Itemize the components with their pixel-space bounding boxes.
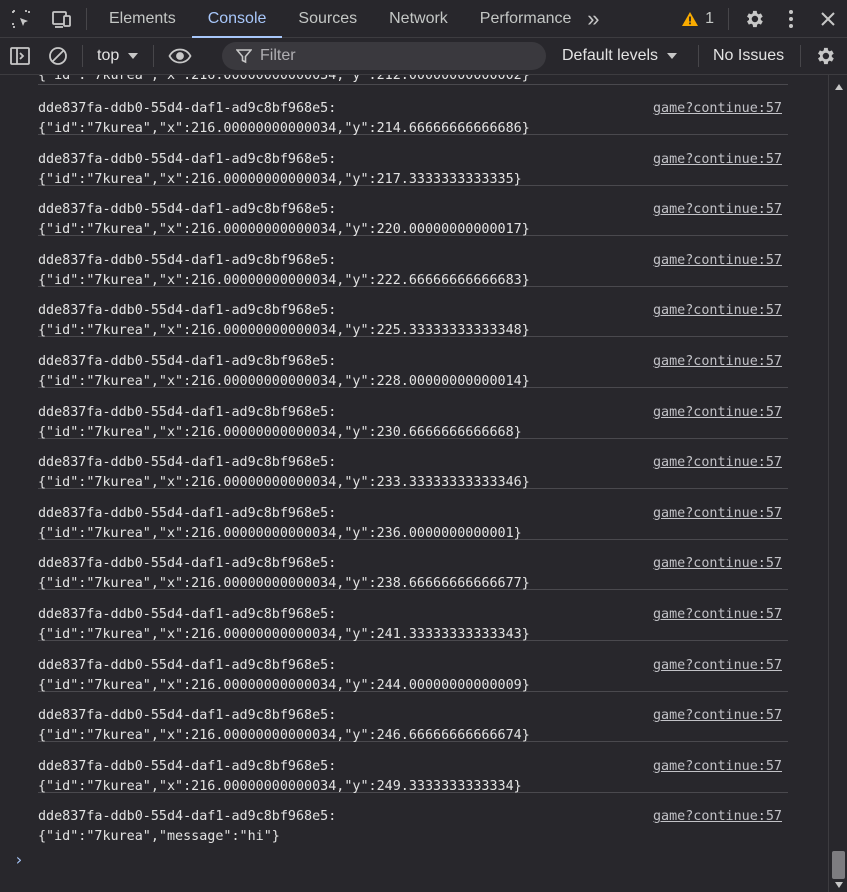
console-message: dde837fa-ddb0-55d4-daf1-ad9c8bf968e5: {"i… xyxy=(38,286,788,338)
source-link[interactable]: game?continue:57 xyxy=(653,556,782,572)
live-expression-eye-icon[interactable] xyxy=(160,38,200,74)
chevron-down-icon xyxy=(128,53,139,59)
console-message: dde837fa-ddb0-55d4-daf1-ad9c8bf968e5: {"i… xyxy=(38,236,788,288)
source-link[interactable]: game?continue:57 xyxy=(653,759,782,775)
message-prefix: dde837fa-ddb0-55d4-daf1-ad9c8bf968e5: xyxy=(38,809,337,825)
source-link[interactable]: game?continue:57 xyxy=(653,708,782,724)
console-message: dde837fa-ddb0-55d4-daf1-ad9c8bf968e5: {"i… xyxy=(38,590,788,642)
source-link[interactable]: game?continue:57 xyxy=(653,303,782,319)
log-levels-dropdown[interactable]: Default levels xyxy=(562,38,678,74)
message-prefix: dde837fa-ddb0-55d4-daf1-ad9c8bf968e5: xyxy=(38,202,337,218)
console-message: dde837fa-ddb0-55d4-daf1-ad9c8bf968e5: {"i… xyxy=(38,742,788,794)
filter-placeholder: Filter xyxy=(260,47,296,64)
console-message: dde837fa-ddb0-55d4-daf1-ad9c8bf968e5: {"i… xyxy=(38,691,788,743)
message-prefix: dde837fa-ddb0-55d4-daf1-ad9c8bf968e5: xyxy=(38,657,337,673)
more-options-icon[interactable] xyxy=(773,0,809,37)
tab-sources[interactable]: Sources xyxy=(282,0,373,37)
source-link[interactable]: game?continue:57 xyxy=(653,354,782,370)
context-selector[interactable]: top xyxy=(89,38,147,74)
source-link[interactable]: game?continue:57 xyxy=(653,101,782,117)
message-prefix: dde837fa-ddb0-55d4-daf1-ad9c8bf968e5: xyxy=(38,303,337,319)
message-prefix: dde837fa-ddb0-55d4-daf1-ad9c8bf968e5: xyxy=(38,556,337,572)
source-link[interactable]: game?continue:57 xyxy=(653,658,782,674)
toolbar-separator xyxy=(800,45,801,67)
scroll-down-arrow-icon[interactable] xyxy=(834,881,844,889)
source-link[interactable]: game?continue:57 xyxy=(653,607,782,623)
source-link[interactable]: game?continue:57 xyxy=(653,202,782,218)
sidebar-toggle-icon[interactable] xyxy=(0,38,40,74)
console-message: dde837fa-ddb0-55d4-daf1-ad9c8bf968e5: {"i… xyxy=(38,337,788,389)
context-label: top xyxy=(97,47,120,64)
device-toolbar-icon[interactable] xyxy=(42,0,80,37)
source-link[interactable]: game?continue:57 xyxy=(653,506,782,522)
tab-performance[interactable]: Performance xyxy=(464,0,582,37)
toolbar-separator xyxy=(153,45,155,67)
source-link[interactable]: game?continue:57 xyxy=(653,253,782,269)
settings-gear-icon[interactable] xyxy=(735,0,773,37)
more-tabs-icon[interactable]: » xyxy=(581,0,605,37)
console-output[interactable]: {"id":"7kurea","x":216.00000000000034,"y… xyxy=(0,75,828,892)
message-prefix: dde837fa-ddb0-55d4-daf1-ad9c8bf968e5: xyxy=(38,607,337,622)
devtools-tabbar: Elements Console Sources Network Perform… xyxy=(0,0,847,38)
log-levels-label: Default levels xyxy=(562,47,659,64)
chevron-down-icon xyxy=(667,53,678,59)
console-settings-gear-icon[interactable] xyxy=(812,45,838,67)
close-devtools-icon[interactable] xyxy=(809,0,847,37)
message-prefix: dde837fa-ddb0-55d4-daf1-ad9c8bf968e5: xyxy=(38,455,337,471)
message-prefix: dde837fa-ddb0-55d4-daf1-ad9c8bf968e5: xyxy=(38,101,337,116)
console-prompt[interactable]: › xyxy=(14,850,24,869)
filter-funnel-icon xyxy=(236,49,252,64)
tab-console[interactable]: Console xyxy=(191,0,283,38)
issues-button[interactable]: No Issues xyxy=(713,38,784,74)
warning-count: 1 xyxy=(705,9,714,27)
message-prefix: dde837fa-ddb0-55d4-daf1-ad9c8bf968e5: xyxy=(38,354,337,369)
source-link[interactable]: game?continue:57 xyxy=(653,405,782,421)
console-scrollbar[interactable] xyxy=(828,75,847,892)
message-prefix: dde837fa-ddb0-55d4-daf1-ad9c8bf968e5: xyxy=(38,252,337,268)
message-prefix: dde837fa-ddb0-55d4-daf1-ad9c8bf968e5: xyxy=(38,708,337,724)
console-message: dde837fa-ddb0-55d4-daf1-ad9c8bf968e5: {"i… xyxy=(38,539,788,591)
message-prefix: dde837fa-ddb0-55d4-daf1-ad9c8bf968e5: xyxy=(38,758,337,774)
console-message: dde837fa-ddb0-55d4-daf1-ad9c8bf968e5: {"i… xyxy=(38,84,788,136)
tab-network[interactable]: Network xyxy=(373,0,464,37)
tab-elements[interactable]: Elements xyxy=(93,0,192,37)
console-message: dde837fa-ddb0-55d4-daf1-ad9c8bf968e5: {"i… xyxy=(38,388,788,440)
source-link[interactable]: game?continue:57 xyxy=(653,809,782,825)
warnings-counter[interactable]: 1 xyxy=(673,0,722,37)
toolbar-separator xyxy=(82,45,83,67)
tabbar-separator xyxy=(86,7,87,30)
source-link[interactable]: game?continue:57 xyxy=(653,152,782,168)
message-prefix: dde837fa-ddb0-55d4-daf1-ad9c8bf968e5: xyxy=(38,404,337,420)
filter-input[interactable]: Filter xyxy=(222,42,546,70)
message-json: {"id":"7kurea","message":"hi"} xyxy=(38,829,280,845)
console-toolbar: top Filter Default levels No Issues xyxy=(0,38,847,75)
message-prefix: dde837fa-ddb0-55d4-daf1-ad9c8bf968e5: xyxy=(38,505,337,521)
more-tabs-glyph: » xyxy=(587,5,600,31)
source-link[interactable]: game?continue:57 xyxy=(653,455,782,471)
console-message: dde837fa-ddb0-55d4-daf1-ad9c8bf968e5: {"i… xyxy=(38,489,788,541)
tabbar-separator xyxy=(728,7,729,30)
message-json: {"id":"7kurea","x":216.00000000000034,"y… xyxy=(38,75,530,83)
console-message: dde837fa-ddb0-55d4-daf1-ad9c8bf968e5: {"i… xyxy=(38,641,788,693)
console-message: dde837fa-ddb0-55d4-daf1-ad9c8bf968e5: {"i… xyxy=(38,135,788,187)
message-prefix: dde837fa-ddb0-55d4-daf1-ad9c8bf968e5: xyxy=(38,151,337,167)
inspect-element-icon[interactable] xyxy=(0,0,42,37)
console-message: dde837fa-ddb0-55d4-daf1-ad9c8bf968e5: {"i… xyxy=(38,438,788,490)
scroll-up-arrow-icon[interactable] xyxy=(834,83,844,91)
scrollbar-thumb[interactable] xyxy=(832,851,845,879)
warning-icon xyxy=(682,11,699,26)
clear-console-icon[interactable] xyxy=(40,38,76,74)
toolbar-separator xyxy=(698,45,699,67)
console-message: dde837fa-ddb0-55d4-daf1-ad9c8bf968e5: {"i… xyxy=(38,792,788,845)
console-message: dde837fa-ddb0-55d4-daf1-ad9c8bf968e5: {"i… xyxy=(38,185,788,237)
